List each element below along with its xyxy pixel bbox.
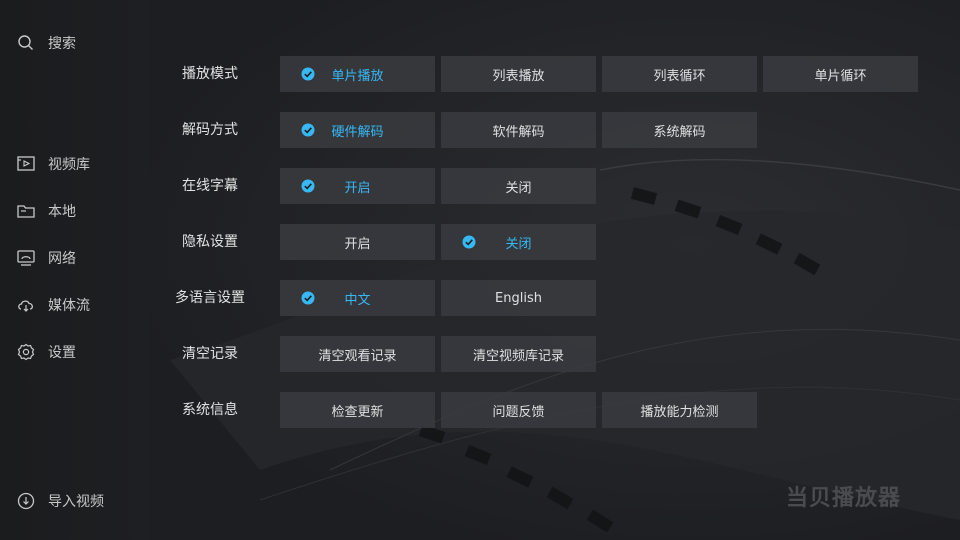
option-button[interactable]: 中文 [280, 280, 435, 316]
option-label: 清空视频库记录 [472, 348, 564, 364]
import-video-label: 导入视频 [48, 494, 104, 510]
option-button[interactable]: 问题反馈 [441, 392, 596, 428]
option-label: 检查更新 [331, 404, 384, 420]
sidebar-item-local[interactable]: 本地 [16, 199, 76, 223]
brand-logo: 当贝播放器 [786, 486, 902, 511]
gear-icon [16, 342, 36, 362]
check-icon [301, 179, 315, 193]
option-label: 开启 [344, 236, 371, 252]
sidebar-item-label: 媒体流 [48, 298, 90, 314]
option-label: 硬件解码 [331, 124, 384, 140]
option-button[interactable]: 单片循环 [763, 56, 918, 92]
sidebar-item-network[interactable]: 网络 [16, 246, 76, 270]
option-button[interactable]: 列表循环 [602, 56, 757, 92]
option-button[interactable]: 开启 [280, 224, 435, 260]
option-label: 单片播放 [331, 68, 384, 84]
option-button[interactable]: 检查更新 [280, 392, 435, 428]
option-label: 开启 [344, 180, 371, 196]
option-button[interactable]: 清空视频库记录 [441, 336, 596, 372]
option-label: 清空观看记录 [318, 348, 397, 364]
setting-label-privacy: 隐私设置 [182, 234, 238, 250]
video-library-icon [16, 154, 36, 174]
option-button[interactable]: 开启 [280, 168, 435, 204]
option-label: 列表循环 [653, 68, 706, 84]
setting-label-clear-records: 清空记录 [182, 346, 238, 362]
option-label: English [495, 290, 542, 306]
setting-label-online-subtitles: 在线字幕 [182, 178, 238, 194]
import-icon [16, 491, 36, 511]
sidebar-item-label: 网络 [48, 251, 76, 267]
setting-label-play-mode: 播放模式 [182, 66, 238, 82]
sidebar: 搜索 视频库 本地 网络 媒体流 设置 导入视频 [0, 0, 150, 540]
option-button[interactable]: 硬件解码 [280, 112, 435, 148]
search-icon [16, 33, 36, 53]
option-label: 关闭 [505, 236, 532, 252]
check-icon [301, 291, 315, 305]
import-video-button[interactable]: 导入视频 [16, 489, 104, 513]
check-icon [462, 235, 476, 249]
option-label: 播放能力检测 [640, 404, 719, 420]
option-label: 关闭 [505, 180, 532, 196]
option-label: 系统解码 [653, 124, 706, 140]
option-button[interactable]: English [441, 280, 596, 316]
option-label: 单片循环 [814, 68, 867, 84]
check-icon [301, 123, 315, 137]
check-icon [301, 67, 315, 81]
cloud-stream-icon [16, 295, 36, 315]
network-icon [16, 248, 36, 268]
setting-label-system-info: 系统信息 [182, 402, 238, 418]
folder-icon [16, 201, 36, 221]
search-label: 搜索 [48, 36, 76, 52]
sidebar-item-media-stream[interactable]: 媒体流 [16, 293, 90, 317]
setting-label-language: 多语言设置 [175, 290, 245, 306]
option-button[interactable]: 清空观看记录 [280, 336, 435, 372]
option-button[interactable]: 系统解码 [602, 112, 757, 148]
option-label: 中文 [344, 292, 371, 308]
sidebar-item-video-library[interactable]: 视频库 [16, 152, 90, 176]
option-button[interactable]: 单片播放 [280, 56, 435, 92]
sidebar-item-label: 视频库 [48, 157, 90, 173]
option-label: 问题反馈 [492, 404, 545, 420]
sidebar-item-label: 本地 [48, 204, 76, 220]
search-button[interactable]: 搜索 [16, 31, 76, 55]
option-button[interactable]: 播放能力检测 [602, 392, 757, 428]
sidebar-item-settings[interactable]: 设置 [16, 340, 76, 364]
option-button[interactable]: 软件解码 [441, 112, 596, 148]
option-label: 软件解码 [492, 124, 545, 140]
option-button[interactable]: 关闭 [441, 168, 596, 204]
setting-label-decode-mode: 解码方式 [182, 122, 238, 138]
option-button[interactable]: 列表播放 [441, 56, 596, 92]
sidebar-item-label: 设置 [48, 345, 76, 361]
option-button[interactable]: 关闭 [441, 224, 596, 260]
option-label: 列表播放 [492, 68, 545, 84]
